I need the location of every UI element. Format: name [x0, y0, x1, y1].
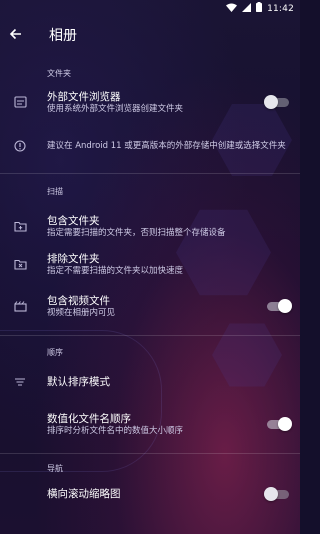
section-header-folders: 文件夹 — [47, 69, 71, 78]
setting-title: 外部文件浏览器 — [47, 90, 121, 103]
setting-title: 包含视频文件 — [47, 294, 110, 307]
setting-subtitle: 指定不需要扫描的文件夹以加快速度 — [47, 265, 184, 276]
external-browser-setting[interactable]: 外部文件浏览器 使用系统外部文件浏览器创建文件夹 — [0, 83, 300, 121]
folder-add-icon — [11, 221, 29, 232]
include-folders-setting[interactable]: 包含文件夹 指定需要扫描的文件夹，否则扫描整个存储设备 — [0, 207, 300, 245]
horizontal-scroll-setting[interactable]: 横向滚动缩略图 — [0, 480, 300, 508]
android11-note: 建议在 Android 11 或更高版本的外部存储中创建或选择文件夹 — [0, 121, 300, 171]
status-time: 11:42 — [267, 3, 294, 14]
sort-icon — [11, 377, 29, 387]
sd-card-icon — [11, 96, 29, 108]
setting-title: 数值化文件名顺序 — [47, 412, 131, 425]
setting-subtitle: 使用系统外部文件浏览器创建文件夹 — [47, 103, 184, 114]
section-header-nav: 导航 — [47, 464, 63, 473]
numeric-sort-toggle[interactable] — [267, 417, 292, 431]
back-arrow-icon[interactable] — [9, 27, 29, 43]
setting-subtitle: 排序时分析文件名中的数值大小顺序 — [47, 425, 184, 436]
setting-subtitle: 指定需要扫描的文件夹，否则扫描整个存储设备 — [47, 227, 226, 238]
setting-title: 排除文件夹 — [47, 252, 100, 265]
status-bar: 11:42 — [0, 0, 300, 17]
external-browser-toggle[interactable] — [264, 95, 289, 109]
numeric-sort-setting[interactable]: 数值化文件名顺序 排序时分析文件名中的数值大小顺序 — [0, 405, 300, 443]
section-header-sort: 顺序 — [47, 348, 63, 357]
battery-icon — [256, 2, 263, 15]
exclude-folders-setting[interactable]: 排除文件夹 指定不需要扫描的文件夹以加快速度 — [0, 245, 300, 283]
section-header-scan: 扫描 — [47, 187, 63, 196]
divider — [0, 335, 300, 336]
include-videos-setting[interactable]: 包含视频文件 视频在相册内可见 — [0, 287, 300, 325]
wifi-icon — [226, 3, 238, 15]
setting-title: 默认排序模式 — [47, 376, 110, 388]
divider — [0, 173, 300, 174]
toolbar: 相册 — [0, 17, 300, 52]
horizontal-scroll-toggle[interactable] — [264, 487, 289, 501]
divider — [0, 453, 300, 454]
android11-note-text: 建议在 Android 11 或更高版本的外部存储中创建或选择文件夹 — [47, 141, 286, 151]
default-sort-setting[interactable]: 默认排序模式 — [0, 366, 300, 398]
setting-title: 横向滚动缩略图 — [47, 488, 121, 500]
setting-title: 包含文件夹 — [47, 214, 100, 227]
video-icon — [11, 300, 29, 312]
info-icon — [11, 140, 29, 152]
signal-icon — [242, 2, 252, 15]
page-title: 相册 — [49, 27, 77, 44]
include-videos-toggle[interactable] — [267, 299, 292, 313]
setting-subtitle: 视频在相册内可见 — [47, 307, 116, 318]
folder-remove-icon — [11, 259, 29, 270]
